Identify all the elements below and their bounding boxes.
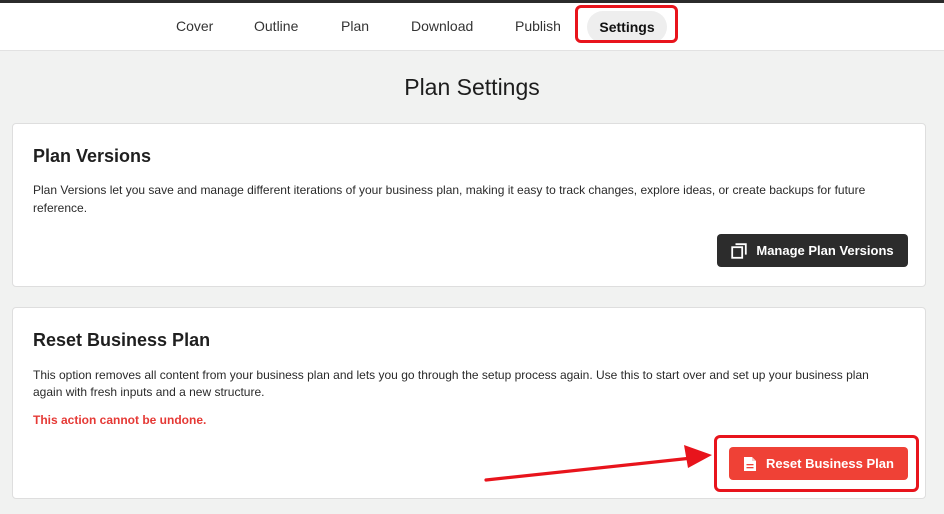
annotation-arrow (484, 445, 712, 482)
